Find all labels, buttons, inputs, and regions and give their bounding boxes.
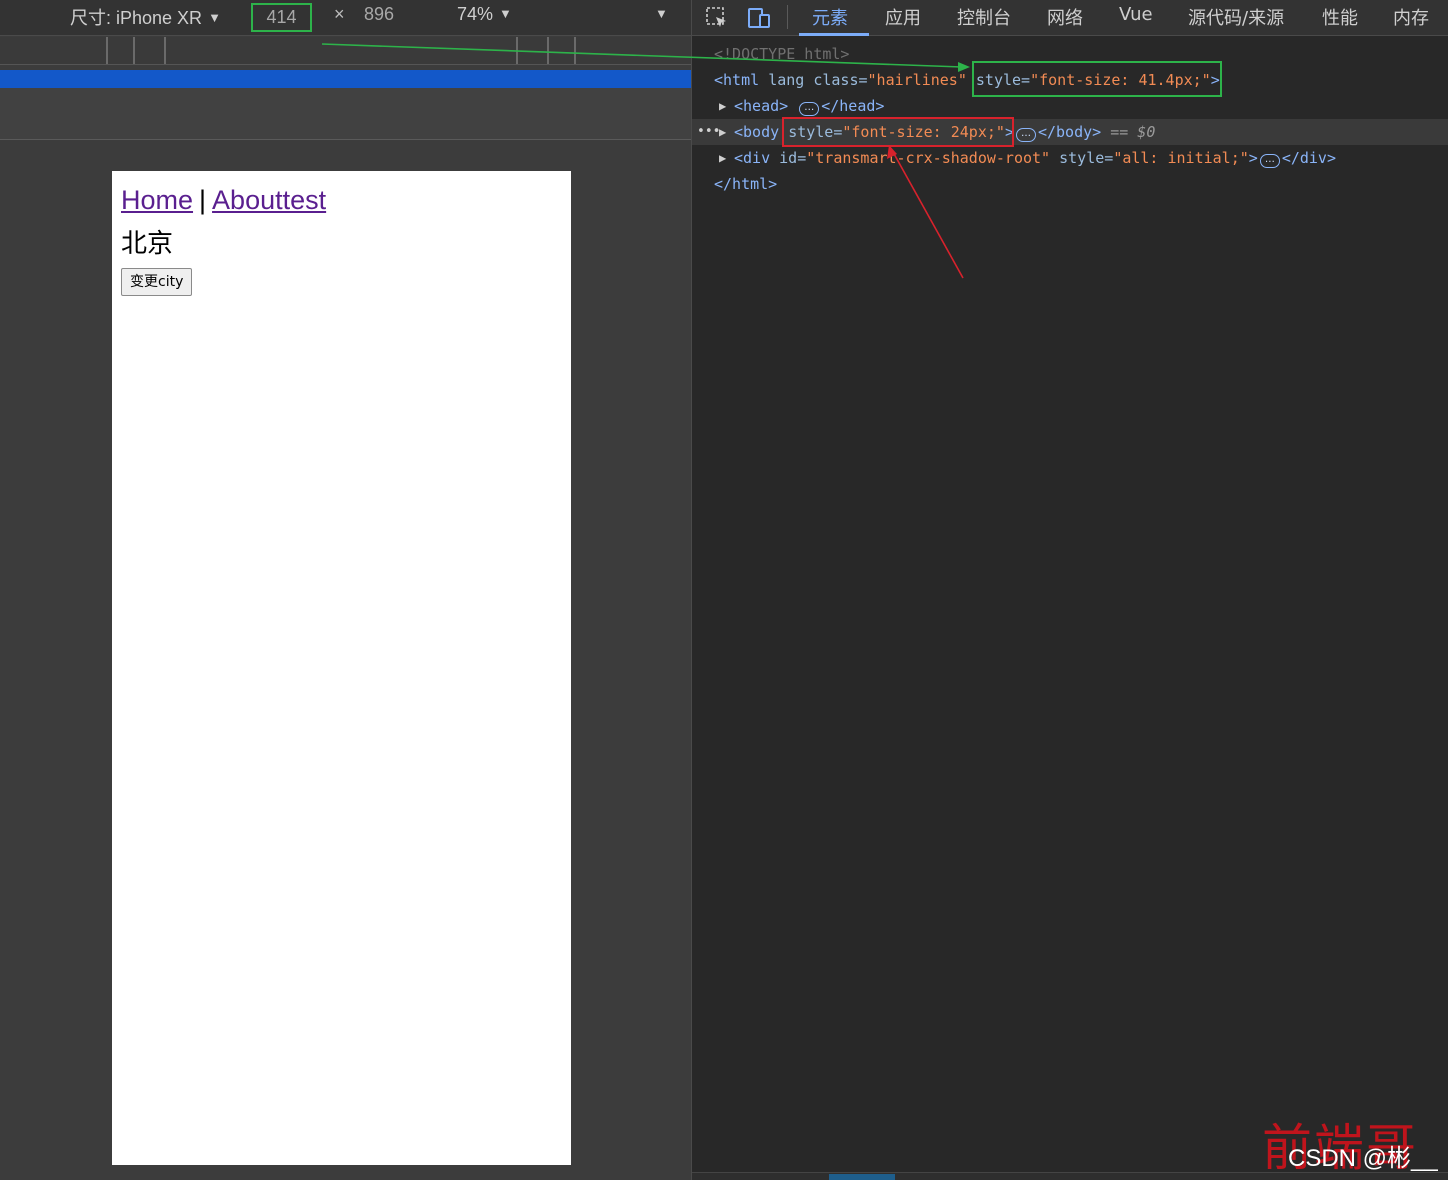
- media-query-bar[interactable]: [0, 70, 691, 88]
- tab-network[interactable]: 网络: [1047, 4, 1083, 30]
- tab-elements[interactable]: 元素: [812, 4, 848, 30]
- width-input[interactable]: 414: [251, 3, 312, 32]
- router-nav: Home | Abouttest: [121, 185, 326, 216]
- tab-sources[interactable]: 源代码/来源: [1188, 4, 1284, 30]
- device-toggle-icon[interactable]: [747, 6, 771, 30]
- change-city-button[interactable]: 变更city: [121, 268, 193, 296]
- active-tab-indicator: [799, 33, 869, 36]
- device-select[interactable]: 尺寸: iPhone XR ▼: [70, 4, 221, 30]
- device-toolbar: 尺寸: iPhone XR ▼ 414 × 896 74% ▼ ▼: [0, 0, 691, 36]
- zoom-label: 74%: [457, 4, 494, 24]
- tab-performance[interactable]: 性能: [1322, 4, 1358, 30]
- chevron-down-icon: ▼: [499, 6, 512, 21]
- height-input[interactable]: 896: [364, 4, 394, 25]
- tab-application[interactable]: 应用: [885, 4, 921, 30]
- devtools-panel: 元素 应用 控制台 网络 Vue 源代码/来源 性能 内存 <!DOCTYPE …: [691, 0, 1448, 1180]
- device-viewport: Home | Abouttest 北京 变更city: [112, 171, 571, 1165]
- device-label: 尺寸: iPhone XR: [70, 8, 203, 28]
- nav-separator: |: [199, 185, 207, 215]
- ellipsis-icon[interactable]: …: [799, 102, 820, 116]
- device-emulation-pane: 尺寸: iPhone XR ▼ 414 × 896 74% ▼ ▼ Home | Abo…: [0, 0, 691, 1180]
- nav-link-abouttest[interactable]: Abouttest: [212, 185, 326, 215]
- expand-triangle-icon[interactable]: ▶: [719, 119, 726, 145]
- green-highlight-box: [972, 61, 1222, 97]
- expand-triangle-icon[interactable]: ▶: [719, 93, 726, 119]
- dom-line-div[interactable]: ▶ <div id="transmart-crx-shadow-root" st…: [692, 145, 1448, 171]
- ruler-tick: [516, 37, 518, 64]
- red-highlight-box: [782, 117, 1014, 147]
- devtools-toolbar: 元素 应用 控制台 网络 Vue 源代码/来源 性能 内存: [692, 0, 1448, 36]
- expand-triangle-icon[interactable]: ▶: [719, 145, 726, 171]
- div-tag: <div id="transmart-crx-shadow-root" styl…: [734, 149, 1336, 168]
- ellipsis-icon[interactable]: …: [1259, 154, 1280, 168]
- toolbar-divider: [787, 5, 788, 29]
- ruler-tick: [164, 37, 166, 64]
- chevron-down-icon: ▼: [208, 10, 221, 25]
- ruler-tick: [547, 37, 549, 64]
- dom-line-html-close[interactable]: </html>: [692, 171, 1448, 197]
- head-tag: <head> … </head>: [734, 97, 885, 116]
- doctype-text: <!DOCTYPE html>: [714, 45, 850, 63]
- city-text: 北京: [121, 229, 174, 259]
- more-options-icon[interactable]: ▼: [655, 4, 668, 25]
- ruler-tick: [106, 37, 108, 64]
- zoom-select[interactable]: 74% ▼: [457, 4, 512, 25]
- tab-console[interactable]: 控制台: [957, 4, 1011, 30]
- media-query-ruler: [0, 37, 691, 65]
- nav-link-home[interactable]: Home: [121, 185, 193, 215]
- more-dots-icon[interactable]: •••: [697, 119, 720, 145]
- ruler-tick: [574, 37, 576, 64]
- ellipsis-icon[interactable]: …: [1015, 128, 1036, 142]
- scroll-indicator[interactable]: [829, 1174, 895, 1180]
- times-icon: ×: [334, 4, 345, 24]
- tab-memory[interactable]: 内存: [1393, 4, 1429, 30]
- tab-vue[interactable]: Vue: [1119, 4, 1153, 25]
- ruler-tick: [133, 37, 135, 64]
- inspect-element-icon[interactable]: [705, 6, 729, 30]
- html-close-tag: </html>: [714, 175, 778, 193]
- ruler-band: [0, 88, 691, 140]
- csdn-credit: CSDN @彬__: [1288, 1145, 1438, 1172]
